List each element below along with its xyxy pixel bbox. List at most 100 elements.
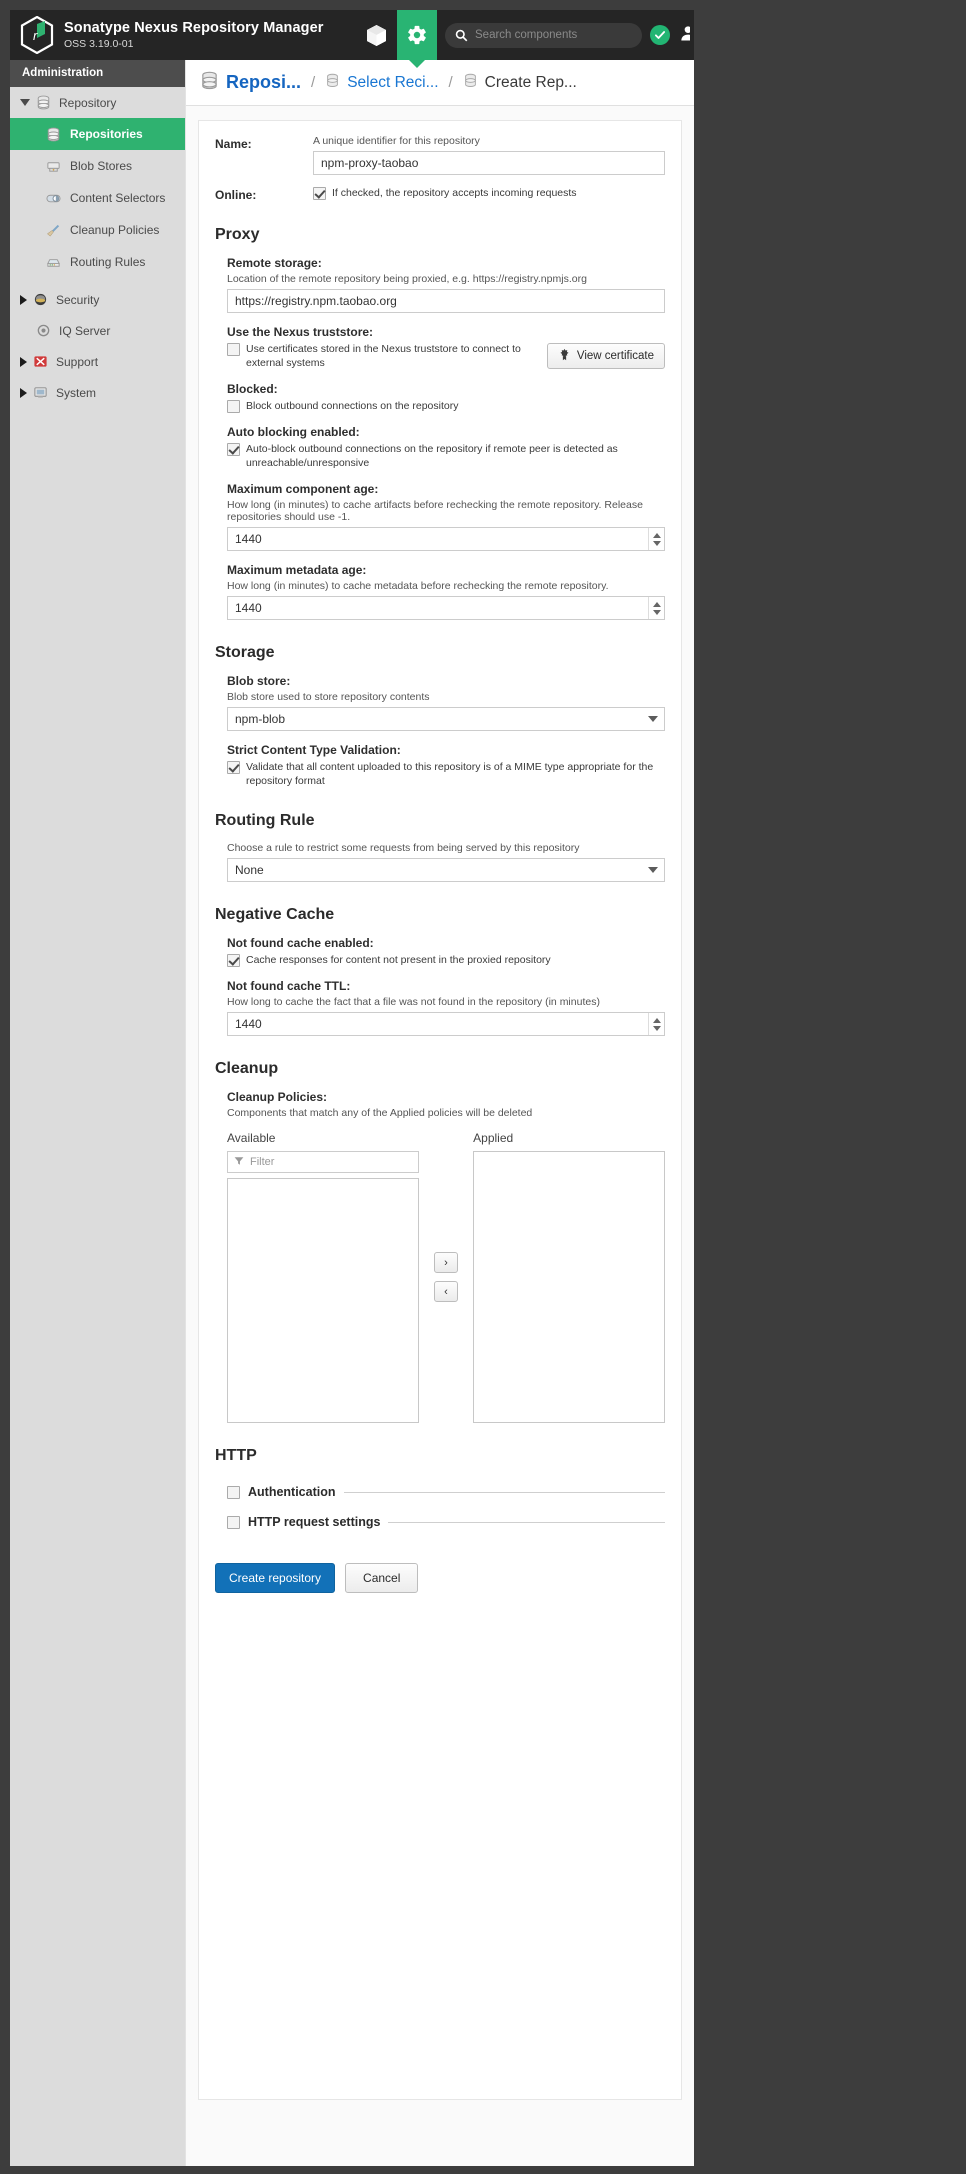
- section-title-proxy: Proxy: [215, 226, 260, 243]
- stepper-down-icon[interactable]: [652, 609, 661, 615]
- field-online-row: Online: If checked, the repository accep…: [215, 186, 665, 202]
- not-found-cache-enabled-text: Cache responses for content not present …: [246, 954, 551, 966]
- sidebar-section-title: Administration: [10, 60, 185, 87]
- stepper-up-icon[interactable]: [652, 532, 661, 538]
- max-component-age-stepper[interactable]: [648, 528, 664, 550]
- sidebar-group-iq-server[interactable]: IQ Server: [10, 315, 185, 346]
- applied-policies-list[interactable]: [473, 1151, 665, 1423]
- health-check-icon[interactable]: [650, 25, 671, 45]
- routing-rule-hint: Choose a rule to restrict some requests …: [227, 842, 580, 854]
- view-certificate-button[interactable]: View certificate: [546, 343, 665, 369]
- auto-blocking-checkbox[interactable]: [227, 443, 240, 456]
- auto-blocking-label: Auto blocking enabled:: [227, 425, 360, 439]
- search-placeholder-text: Search components: [475, 29, 578, 41]
- stepper-up-icon[interactable]: [652, 601, 661, 607]
- user-icon[interactable]: [678, 23, 691, 48]
- create-repository-icon: [463, 73, 478, 93]
- field-not-found-cache-enabled: Not found cache enabled: Cache responses…: [227, 936, 665, 967]
- sidebar-item-label: Content Selectors: [70, 191, 166, 205]
- max-metadata-age-stepper[interactable]: [648, 597, 664, 619]
- sidebar-item-content-selectors[interactable]: Content Selectors: [10, 182, 185, 214]
- stepper-down-icon[interactable]: [652, 1025, 661, 1031]
- sidebar-group-label: IQ Server: [59, 323, 111, 338]
- routing-rule-select[interactable]: [227, 858, 665, 882]
- repositories-icon: [46, 127, 63, 142]
- online-checkbox-text: If checked, the repository accepts incom…: [332, 187, 577, 199]
- cleanup-filter-input[interactable]: Filter: [227, 1151, 419, 1173]
- sidebar-group-support[interactable]: Support: [10, 346, 185, 377]
- brand[interactable]: r Sonatype Nexus Repository Manager OSS …: [10, 10, 357, 60]
- filter-icon: [234, 1156, 244, 1169]
- cancel-button[interactable]: Cancel: [345, 1563, 419, 1593]
- field-blob-store: Blob store: Blob store used to store rep…: [227, 674, 665, 731]
- applied-column: Applied: [473, 1131, 665, 1423]
- search-input[interactable]: Search components: [445, 22, 643, 48]
- cleanup-policies-hint: Components that match any of the Applied…: [227, 1107, 533, 1119]
- not-found-cache-ttl-hint: How long to cache the fact that a file w…: [227, 996, 600, 1008]
- create-repository-button[interactable]: Create repository: [215, 1563, 336, 1593]
- chevron-right-icon: [20, 294, 27, 305]
- max-metadata-age-input[interactable]: [227, 596, 665, 620]
- sidebar-group-label: System: [56, 385, 97, 400]
- field-routing-rule: Choose a rule to restrict some requests …: [227, 842, 665, 882]
- blob-store-select[interactable]: [227, 707, 665, 731]
- strict-validation-checkbox[interactable]: [227, 761, 240, 774]
- http-request-settings-row[interactable]: HTTP request settings: [227, 1507, 665, 1537]
- section-title-cleanup: Cleanup: [215, 1060, 279, 1077]
- name-input[interactable]: [313, 151, 665, 175]
- not-found-cache-enabled-checkbox[interactable]: [227, 954, 240, 967]
- sidebar-group-system[interactable]: System: [10, 377, 185, 408]
- cube-icon[interactable]: [357, 10, 397, 60]
- remote-storage-label: Remote storage:: [227, 256, 322, 270]
- sidebar-group-label: Support: [56, 354, 99, 369]
- sidebar-item-repositories[interactable]: Repositories: [10, 118, 185, 150]
- remote-storage-input[interactable]: [227, 289, 665, 313]
- available-column: Available Filter: [227, 1131, 419, 1423]
- authentication-checkbox[interactable]: [227, 1486, 240, 1499]
- strict-validation-checkbox-text: Validate that all content uploaded to th…: [246, 761, 654, 787]
- app-header: r Sonatype Nexus Repository Manager OSS …: [10, 10, 694, 60]
- sidebar-item-cleanup-policies[interactable]: Cleanup Policies: [10, 214, 185, 246]
- sidebar-item-blob-stores[interactable]: Blob Stores: [10, 150, 185, 182]
- online-checkbox[interactable]: [313, 187, 326, 200]
- breadcrumb-separator: /: [311, 74, 316, 91]
- move-left-button[interactable]: ‹: [434, 1281, 458, 1302]
- breadcrumb-item-repositories[interactable]: Reposi...: [226, 72, 301, 93]
- request-settings-checkbox[interactable]: [227, 1516, 240, 1529]
- chevron-down-icon[interactable]: [648, 867, 658, 873]
- move-right-button[interactable]: ›: [434, 1252, 458, 1273]
- create-repository-form: Name: A unique identifier for this repos…: [198, 120, 682, 2100]
- strict-validation-label: Strict Content Type Validation:: [227, 743, 401, 757]
- not-found-cache-ttl-input[interactable]: [227, 1012, 665, 1036]
- chevron-right-icon: [20, 356, 27, 367]
- http-authentication-row[interactable]: Authentication: [227, 1477, 665, 1507]
- sidebar-item-label: Routing Rules: [70, 255, 146, 269]
- max-metadata-age-label: Maximum metadata age:: [227, 563, 367, 577]
- field-not-found-cache-ttl: Not found cache TTL: How long to cache t…: [227, 979, 665, 1036]
- content-area: Reposi... / Select Reci... / Create Rep.…: [185, 60, 694, 2166]
- truststore-label: Use the Nexus truststore:: [227, 325, 374, 339]
- sidebar-group-label: Repository: [59, 95, 117, 110]
- system-icon: [33, 385, 50, 400]
- search-area: Search components: [437, 10, 650, 60]
- gear-icon[interactable]: [396, 10, 438, 60]
- sidebar-group-repository[interactable]: Repository: [10, 87, 185, 118]
- recipe-icon: [325, 73, 340, 93]
- field-name-row: Name: A unique identifier for this repos…: [215, 135, 665, 175]
- stepper-down-icon[interactable]: [652, 540, 661, 546]
- available-policies-list[interactable]: [227, 1178, 419, 1423]
- breadcrumb-item-select-recipe[interactable]: Select Reci...: [347, 74, 438, 92]
- field-truststore: Use the Nexus truststore: Use certificat…: [227, 325, 665, 370]
- truststore-checkbox[interactable]: [227, 343, 240, 356]
- stepper-up-icon[interactable]: [652, 1017, 661, 1023]
- max-component-age-input[interactable]: [227, 527, 665, 551]
- brand-version: OSS 3.19.0-01: [64, 38, 134, 51]
- sidebar-item-label: Blob Stores: [70, 159, 133, 173]
- not-found-cache-ttl-stepper[interactable]: [648, 1013, 664, 1035]
- max-metadata-age-hint: How long (in minutes) to cache metadata …: [227, 580, 609, 592]
- blocked-checkbox[interactable]: [227, 400, 240, 413]
- sidebar-item-routing-rules[interactable]: Routing Rules: [10, 246, 185, 278]
- sidebar-group-security[interactable]: Security: [10, 284, 185, 315]
- field-cleanup-policies: Cleanup Policies: Components that match …: [227, 1090, 665, 1119]
- chevron-down-icon[interactable]: [648, 716, 658, 722]
